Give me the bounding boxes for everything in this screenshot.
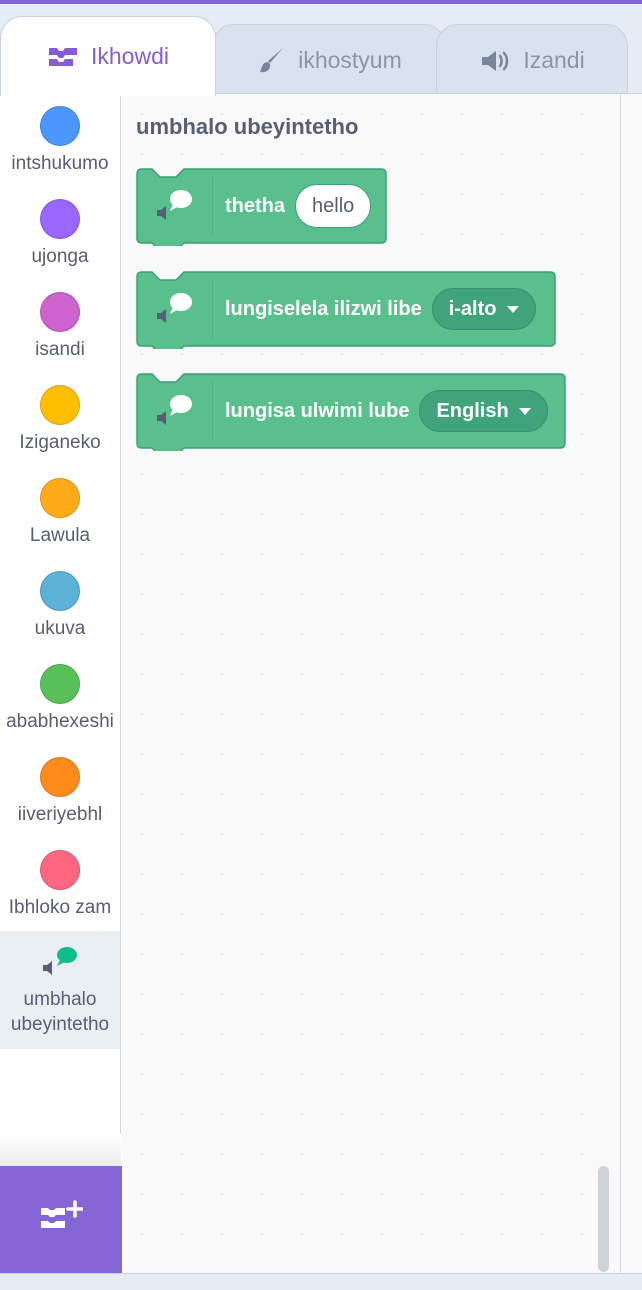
text-to-speech-icon [136,373,212,449]
language-dropdown[interactable]: English [419,390,548,432]
category-bubble [40,850,80,890]
chevron-down-icon [518,407,531,415]
flyout-scrollbar-thumb[interactable] [598,1166,609,1272]
category-label: Ibhloko zam [8,897,112,918]
voice-dropdown[interactable]: i-alto [431,288,536,330]
category-bubble [40,106,80,146]
category-label: Lawula [29,525,91,546]
tab-sounds[interactable]: Izandi [436,24,628,96]
add-extension-button[interactable] [0,1166,122,1274]
set-voice-block[interactable]: lungiselela ilizwi libe i-alto [136,271,557,349]
category-bubble [40,757,80,797]
category-bubble [40,292,80,332]
category-label: ukuva [34,618,86,639]
category-label: umbhalo ubeyintetho [10,989,110,1035]
block-label: lungiselela ilizwi libe [225,297,422,320]
add-extension-icon [39,1199,84,1241]
text-to-speech-icon [136,271,212,347]
category-motion[interactable]: intshukumo [0,94,120,187]
block-label: thetha [225,194,285,217]
code-panel: intshukumo ujonga isandi Iziganeko Lawul… [0,93,642,1274]
tab-costumes-label: ikhostyum [298,47,402,73]
category-events[interactable]: Iziganeko [0,373,120,466]
category-label: ababhexeshi [6,711,114,732]
block-divider [212,280,213,338]
chevron-down-icon [506,305,519,313]
workspace-scrollbar-track [620,94,642,1274]
category-looks[interactable]: ujonga [0,187,120,280]
block-divider [212,177,213,235]
voice-dropdown-value: i-alto [448,297,497,320]
category-bubble [40,199,80,239]
category-label: isandi [35,339,85,360]
editor-tabs: Ikhowdi ikhostyum Izandi [0,4,642,96]
category-bubble [40,571,80,611]
tab-code[interactable]: Ikhowdi [0,16,216,96]
category-my-blocks[interactable]: Ibhloko zam [0,838,120,931]
speak-text-input[interactable]: hello [295,184,372,228]
category-bubble [40,664,80,704]
speaker-icon [479,48,511,74]
category-bubble [40,478,80,518]
category-variables[interactable]: iiveriyebhl [0,745,120,838]
category-text-to-speech[interactable]: umbhalo ubeyintetho [0,931,120,1049]
tab-code-label: Ikhowdi [91,43,169,69]
bottom-bar [0,1273,642,1290]
block-divider [212,382,213,440]
category-bubble [40,385,80,425]
flyout-category-title: umbhalo ubeyintetho [136,114,359,139]
category-sound[interactable]: isandi [0,280,120,373]
language-dropdown-value: English [436,399,509,422]
text-to-speech-icon [40,945,80,979]
category-sensing[interactable]: ukuva [0,559,120,652]
block-label: lungisa ulwimi lube [225,399,410,422]
category-label: iiveriyebhl [17,804,103,825]
category-label: ujonga [31,246,89,267]
block-flyout: umbhalo ubeyintetho thetha hello lungise… [122,94,620,1274]
speak-block[interactable]: thetha hello [136,168,388,246]
tab-costumes[interactable]: ikhostyum [212,24,446,96]
category-operators[interactable]: ababhexeshi [0,652,120,745]
menu-fade [0,1134,121,1166]
brush-icon [256,46,286,76]
category-label: Iziganeko [19,432,101,453]
category-control[interactable]: Lawula [0,466,120,559]
tab-sounds-label: Izandi [523,47,585,73]
code-icon [47,45,79,69]
category-label: intshukumo [11,153,109,174]
category-menu: intshukumo ujonga isandi Iziganeko Lawul… [0,94,121,1274]
set-language-block[interactable]: lungisa ulwimi lube English [136,373,567,451]
text-to-speech-icon [136,168,212,244]
